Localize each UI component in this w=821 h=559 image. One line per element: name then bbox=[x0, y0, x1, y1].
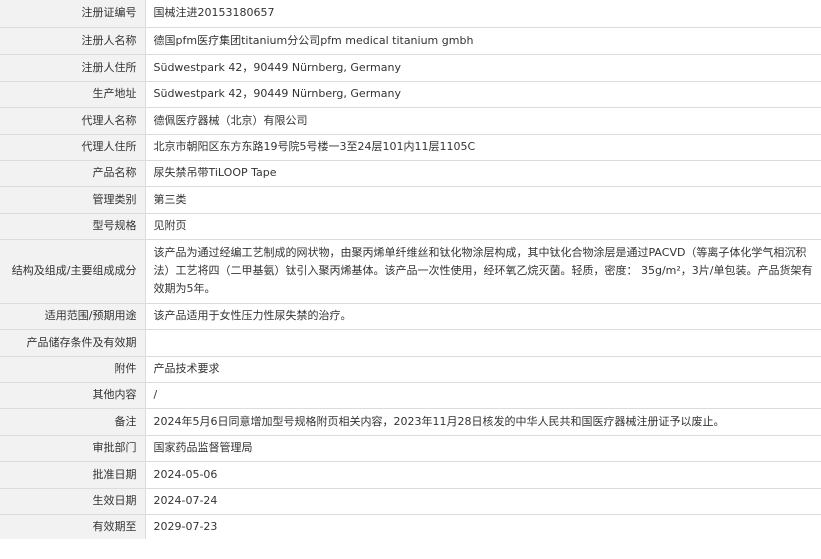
field-value: 国械注进20153180657 bbox=[145, 0, 821, 28]
field-value: 该产品为通过经编工艺制成的网状物，由聚丙烯单纤维丝和钛化物涂层构成，其中钛化合物… bbox=[145, 239, 821, 304]
field-label: 管理类别 bbox=[0, 186, 146, 214]
field-value bbox=[145, 329, 821, 357]
field-value: 该产品适用于女性压力性尿失禁的治疗。 bbox=[145, 303, 821, 330]
field-label: 型号规格 bbox=[0, 213, 146, 240]
field-value: 产品技术要求 bbox=[145, 356, 821, 383]
row-management-category: 管理类别 第三类 bbox=[0, 186, 821, 214]
field-label: 产品储存条件及有效期 bbox=[0, 329, 146, 357]
row-approval-date: 批准日期 2024-05-06 bbox=[0, 461, 821, 489]
field-value: 德国pfm医疗集团titanium分公司pfm medical titanium… bbox=[145, 27, 821, 55]
field-label: 其他内容 bbox=[0, 382, 146, 409]
field-label: 附件 bbox=[0, 356, 146, 383]
field-label: 注册证编号 bbox=[0, 0, 146, 28]
field-label: 产品名称 bbox=[0, 160, 146, 187]
field-value: 尿失禁吊带TiLOOP Tape bbox=[145, 160, 821, 187]
field-value: 2029-07-23 bbox=[153, 519, 218, 533]
field-label: 注册人名称 bbox=[0, 27, 146, 55]
field-value: 德佩医疗器械（北京）有限公司 bbox=[145, 107, 821, 135]
field-label: 有效期至 bbox=[0, 514, 146, 539]
row-effective-date: 生效日期 2024-07-24 bbox=[0, 488, 821, 515]
field-value: 2024-05-06 bbox=[145, 461, 821, 489]
field-label: 审批部门 bbox=[0, 435, 146, 462]
registration-detail-table: 注册证编号 国械注进20153180657 注册人名称 德国pfm医疗集团tit… bbox=[0, 0, 821, 539]
row-attachment: 附件 产品技术要求 bbox=[0, 356, 821, 383]
row-registration-number: 注册证编号 国械注进20153180657 bbox=[0, 0, 821, 28]
row-model-spec: 型号规格 见附页 bbox=[0, 213, 821, 240]
field-label: 代理人住所 bbox=[0, 134, 146, 161]
field-value: Südwestpark 42，90449 Nürnberg, Germany bbox=[145, 81, 821, 108]
row-registrant-name: 注册人名称 德国pfm医疗集团titanium分公司pfm medical ti… bbox=[0, 27, 821, 55]
field-value: 2024年5月6日同意增加型号规格附页相关内容，2023年11月28日核发的中华… bbox=[145, 408, 821, 436]
field-value: 第三类 bbox=[145, 186, 821, 214]
row-storage-conditions: 产品储存条件及有效期 bbox=[0, 329, 821, 357]
row-agent-address: 代理人住所 北京市朝阳区东方东路19号院5号楼一3至24层101内11层1105… bbox=[0, 134, 821, 161]
field-value: 国家药品监督管理局 bbox=[145, 435, 821, 462]
row-agent-name: 代理人名称 德佩医疗器械（北京）有限公司 bbox=[0, 107, 821, 135]
row-production-address: 生产地址 Südwestpark 42，90449 Nürnberg, Germ… bbox=[0, 81, 821, 108]
row-registrant-address: 注册人住所 Südwestpark 42，90449 Nürnberg, Ger… bbox=[0, 54, 821, 82]
field-value: 2024-07-24 bbox=[145, 488, 821, 515]
field-label: 生效日期 bbox=[0, 488, 146, 515]
field-value: Südwestpark 42，90449 Nürnberg, Germany bbox=[145, 54, 821, 82]
field-label: 代理人名称 bbox=[0, 107, 146, 135]
row-other-content: 其他内容 / bbox=[0, 382, 821, 409]
field-label: 结构及组成/主要组成成分 bbox=[0, 239, 146, 304]
row-product-name: 产品名称 尿失禁吊带TiLOOP Tape bbox=[0, 160, 821, 187]
field-label: 备注 bbox=[0, 408, 146, 436]
row-valid-until: 有效期至 2029-07-23 bbox=[0, 514, 821, 539]
field-label: 批准日期 bbox=[0, 461, 146, 489]
row-intended-use: 适用范围/预期用途 该产品适用于女性压力性尿失禁的治疗。 bbox=[0, 303, 821, 330]
field-value: 见附页 bbox=[145, 213, 821, 240]
row-remarks: 备注 2024年5月6日同意增加型号规格附页相关内容，2023年11月28日核发… bbox=[0, 408, 821, 436]
row-structure-composition: 结构及组成/主要组成成分 该产品为通过经编工艺制成的网状物，由聚丙烯单纤维丝和钛… bbox=[0, 239, 821, 304]
field-label: 适用范围/预期用途 bbox=[0, 303, 146, 330]
row-approval-department: 审批部门 国家药品监督管理局 bbox=[0, 435, 821, 462]
field-label: 注册人住所 bbox=[0, 54, 146, 82]
field-value: / bbox=[145, 382, 821, 409]
field-value: 北京市朝阳区东方东路19号院5号楼一3至24层101内11层1105C bbox=[145, 134, 821, 161]
field-label: 生产地址 bbox=[0, 81, 146, 108]
